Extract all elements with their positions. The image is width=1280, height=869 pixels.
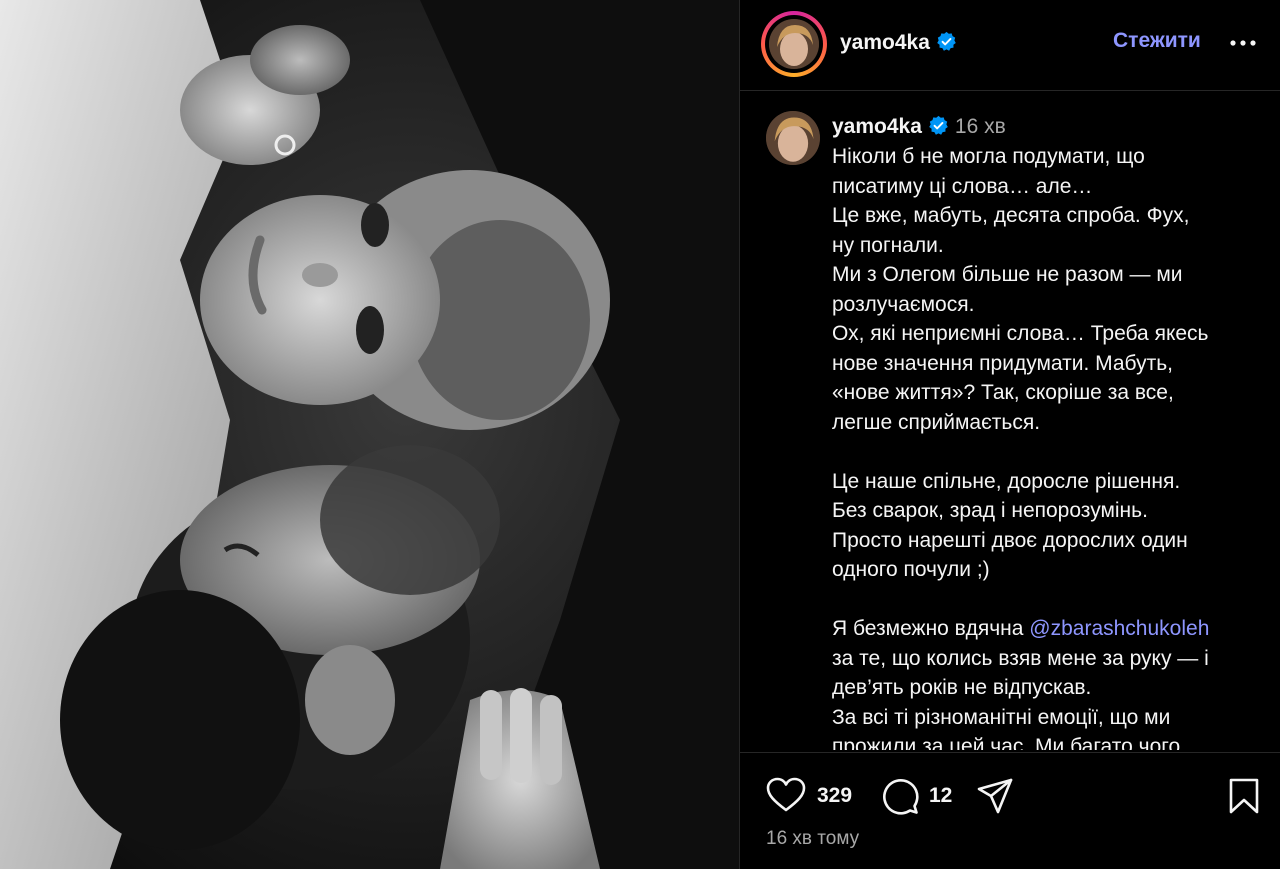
- caption-line: Ніколи б не могла подумати, що: [832, 145, 1145, 168]
- likes-count[interactable]: 329: [817, 784, 852, 808]
- follow-button[interactable]: Стежити: [1113, 29, 1201, 53]
- author-avatar-ring[interactable]: [761, 11, 827, 77]
- caption-line: За всі ті різноманітні емоції, що ми: [832, 705, 1171, 729]
- caption-line: одного почули ;): [832, 558, 990, 581]
- heart-icon[interactable]: [766, 777, 806, 813]
- comments-count[interactable]: 12: [929, 784, 952, 808]
- caption-line: писатиму ці слова… але…: [832, 174, 1093, 198]
- caption-line: Просто нарешті двоє дорослих один: [832, 528, 1188, 552]
- caption-author-avatar[interactable]: [766, 111, 820, 165]
- caption-line: Це вже, мабуть, десята спроба. Фух,: [832, 204, 1190, 227]
- caption-line: за те, що колись взяв мене за руку — і: [832, 646, 1209, 670]
- author-avatar[interactable]: [769, 19, 819, 69]
- post-details-panel: yamo4ka Стежити yamo4ka 16 хв Ніколи б не…: [739, 0, 1280, 869]
- post-photo[interactable]: [0, 0, 739, 869]
- post-actions: 329 12 16 хв тому: [740, 753, 1280, 869]
- caption-line: Ох, які неприємні слова… Треба якесь: [832, 322, 1209, 345]
- caption-line: «нове життя»? Так, скоріше за все,: [832, 381, 1174, 404]
- more-horizontal-icon[interactable]: [1228, 32, 1258, 54]
- caption-line: Це наше спільне, доросле рішення.: [832, 469, 1181, 493]
- caption-line: дев’ять років не відпускав.: [832, 676, 1092, 699]
- author-username[interactable]: yamo4ka: [840, 31, 957, 55]
- mention-link[interactable]: @zbarashchukoleh: [1029, 617, 1209, 640]
- comment-icon[interactable]: [881, 777, 919, 815]
- caption-header: yamo4ka 16 хв: [832, 112, 1267, 142]
- verified-badge-icon: [929, 115, 948, 135]
- caption-line: нове значення придумати. Мабуть,: [832, 351, 1174, 375]
- share-icon[interactable]: [976, 777, 1014, 815]
- post-photo-illustration: [0, 0, 739, 869]
- caption-line: Я безмежно вдячна @zbarashchukoleh: [832, 617, 1210, 640]
- caption-username[interactable]: yamo4ka: [832, 115, 922, 138]
- caption-line: Ми з Олегом більше не разом — ми: [832, 263, 1183, 286]
- caption-line: ну погнали.: [832, 233, 944, 257]
- caption-time[interactable]: 16 хв: [955, 115, 1006, 138]
- caption-line: прожили за цей час. Ми багато чого: [832, 735, 1181, 750]
- post-header: yamo4ka Стежити: [740, 0, 1280, 91]
- caption-line: Без сварок, зрад і непорозумінь.: [832, 499, 1148, 522]
- verified-badge-icon: [937, 31, 956, 51]
- caption-line: розлучаємося.: [832, 292, 975, 316]
- bookmark-icon[interactable]: [1228, 777, 1260, 815]
- post-caption: yamo4ka 16 хв Ніколи б не могла подумати,…: [832, 112, 1267, 750]
- caption-line: легше сприймається.: [832, 410, 1041, 434]
- posted-time-ago[interactable]: 16 хв тому: [766, 828, 859, 850]
